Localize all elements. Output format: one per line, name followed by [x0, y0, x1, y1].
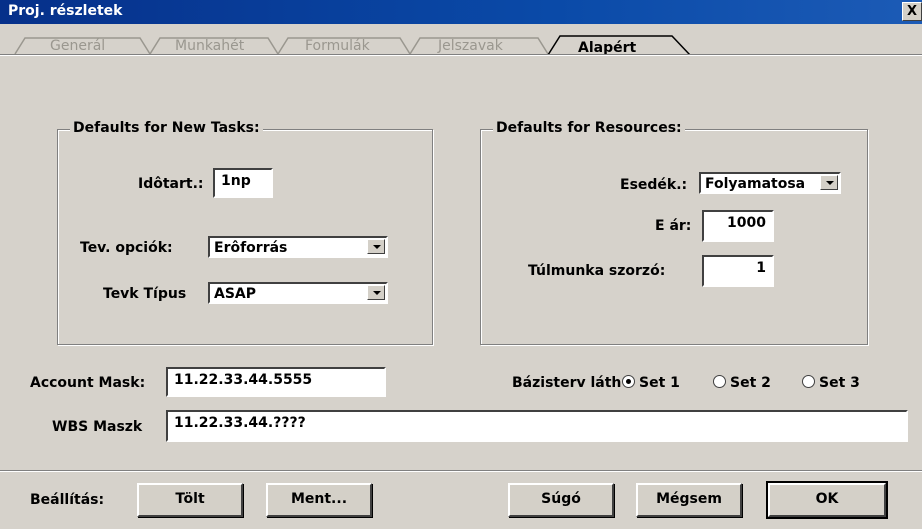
tab-divider: [0, 54, 922, 56]
close-button[interactable]: X: [902, 2, 922, 21]
project-details-dialog: Proj. részletek X Generál Munkahét Formu…: [0, 0, 922, 529]
tab-formulas[interactable]: Formulák: [305, 38, 370, 54]
chevron-down-icon[interactable]: [820, 175, 838, 190]
due-label: Esedék.:: [620, 177, 688, 193]
account-mask-label: Account Mask:: [30, 375, 146, 391]
resources-group-title: Defaults for Resources:: [493, 120, 685, 136]
baseline-set-1-label: Set 1: [639, 375, 680, 391]
cancel-button[interactable]: Mégsem: [636, 483, 742, 517]
baseline-set-3-radio[interactable]: Set 3: [802, 375, 860, 391]
ok-button[interactable]: OK: [766, 481, 888, 519]
title-bar[interactable]: Proj. részletek X: [0, 0, 922, 24]
baseline-set-2-radio[interactable]: Set 2: [713, 375, 771, 391]
radio-selected-icon: [622, 375, 635, 388]
window-title: Proj. részletek: [8, 3, 123, 19]
task-type-select[interactable]: ASAP: [208, 282, 388, 304]
tab-general[interactable]: Generál: [50, 38, 105, 54]
baseline-label: Bázisterv láth: [512, 375, 622, 391]
baseline-set-3-label: Set 3: [819, 375, 860, 391]
price-label: E ár:: [655, 218, 692, 234]
save-button[interactable]: Ment...: [266, 483, 372, 517]
chevron-down-icon[interactable]: [367, 285, 385, 300]
duration-field[interactable]: 1np: [213, 168, 273, 198]
overtime-field[interactable]: 1: [702, 255, 774, 287]
chevron-down-icon[interactable]: [367, 239, 385, 254]
settings-label: Beállítás:: [30, 492, 105, 508]
footer-separator: [0, 470, 922, 472]
tasks-group-title: Defaults for New Tasks:: [70, 120, 263, 136]
duration-label: Idôtart.:: [138, 176, 204, 192]
resources-defaults-group: Defaults for Resources:: [480, 120, 868, 345]
due-select[interactable]: Folyamatosa: [699, 172, 841, 194]
baseline-set-2-label: Set 2: [730, 375, 771, 391]
wbs-mask-label: WBS Maszk: [52, 419, 143, 435]
radio-empty-icon: [713, 375, 726, 388]
overtime-label: Túlmunka szorzó:: [528, 263, 666, 279]
task-type-label: Tevk Típus: [103, 286, 187, 302]
task-type-value: ASAP: [214, 286, 257, 302]
baseline-set-1-radio[interactable]: Set 1: [622, 375, 680, 391]
radio-empty-icon: [802, 375, 815, 388]
help-button[interactable]: Súgó: [508, 483, 614, 517]
due-value: Folyamatosa: [705, 176, 806, 192]
task-options-label: Tev. opciók:: [80, 240, 173, 256]
price-field[interactable]: 1000: [702, 210, 774, 242]
task-options-value: Erôforrás: [214, 240, 288, 256]
task-options-select[interactable]: Erôforrás: [208, 236, 388, 258]
load-button[interactable]: Tölt: [137, 483, 243, 517]
wbs-mask-field[interactable]: 11.22.33.44.????: [166, 410, 908, 442]
tab-workweek[interactable]: Munkahét: [175, 38, 244, 54]
tab-strip: Generál Munkahét Formulák Jelszavak Alap…: [0, 24, 922, 56]
account-mask-field[interactable]: 11.22.33.44.5555: [166, 367, 386, 397]
tab-passwords[interactable]: Jelszavak: [438, 38, 503, 54]
